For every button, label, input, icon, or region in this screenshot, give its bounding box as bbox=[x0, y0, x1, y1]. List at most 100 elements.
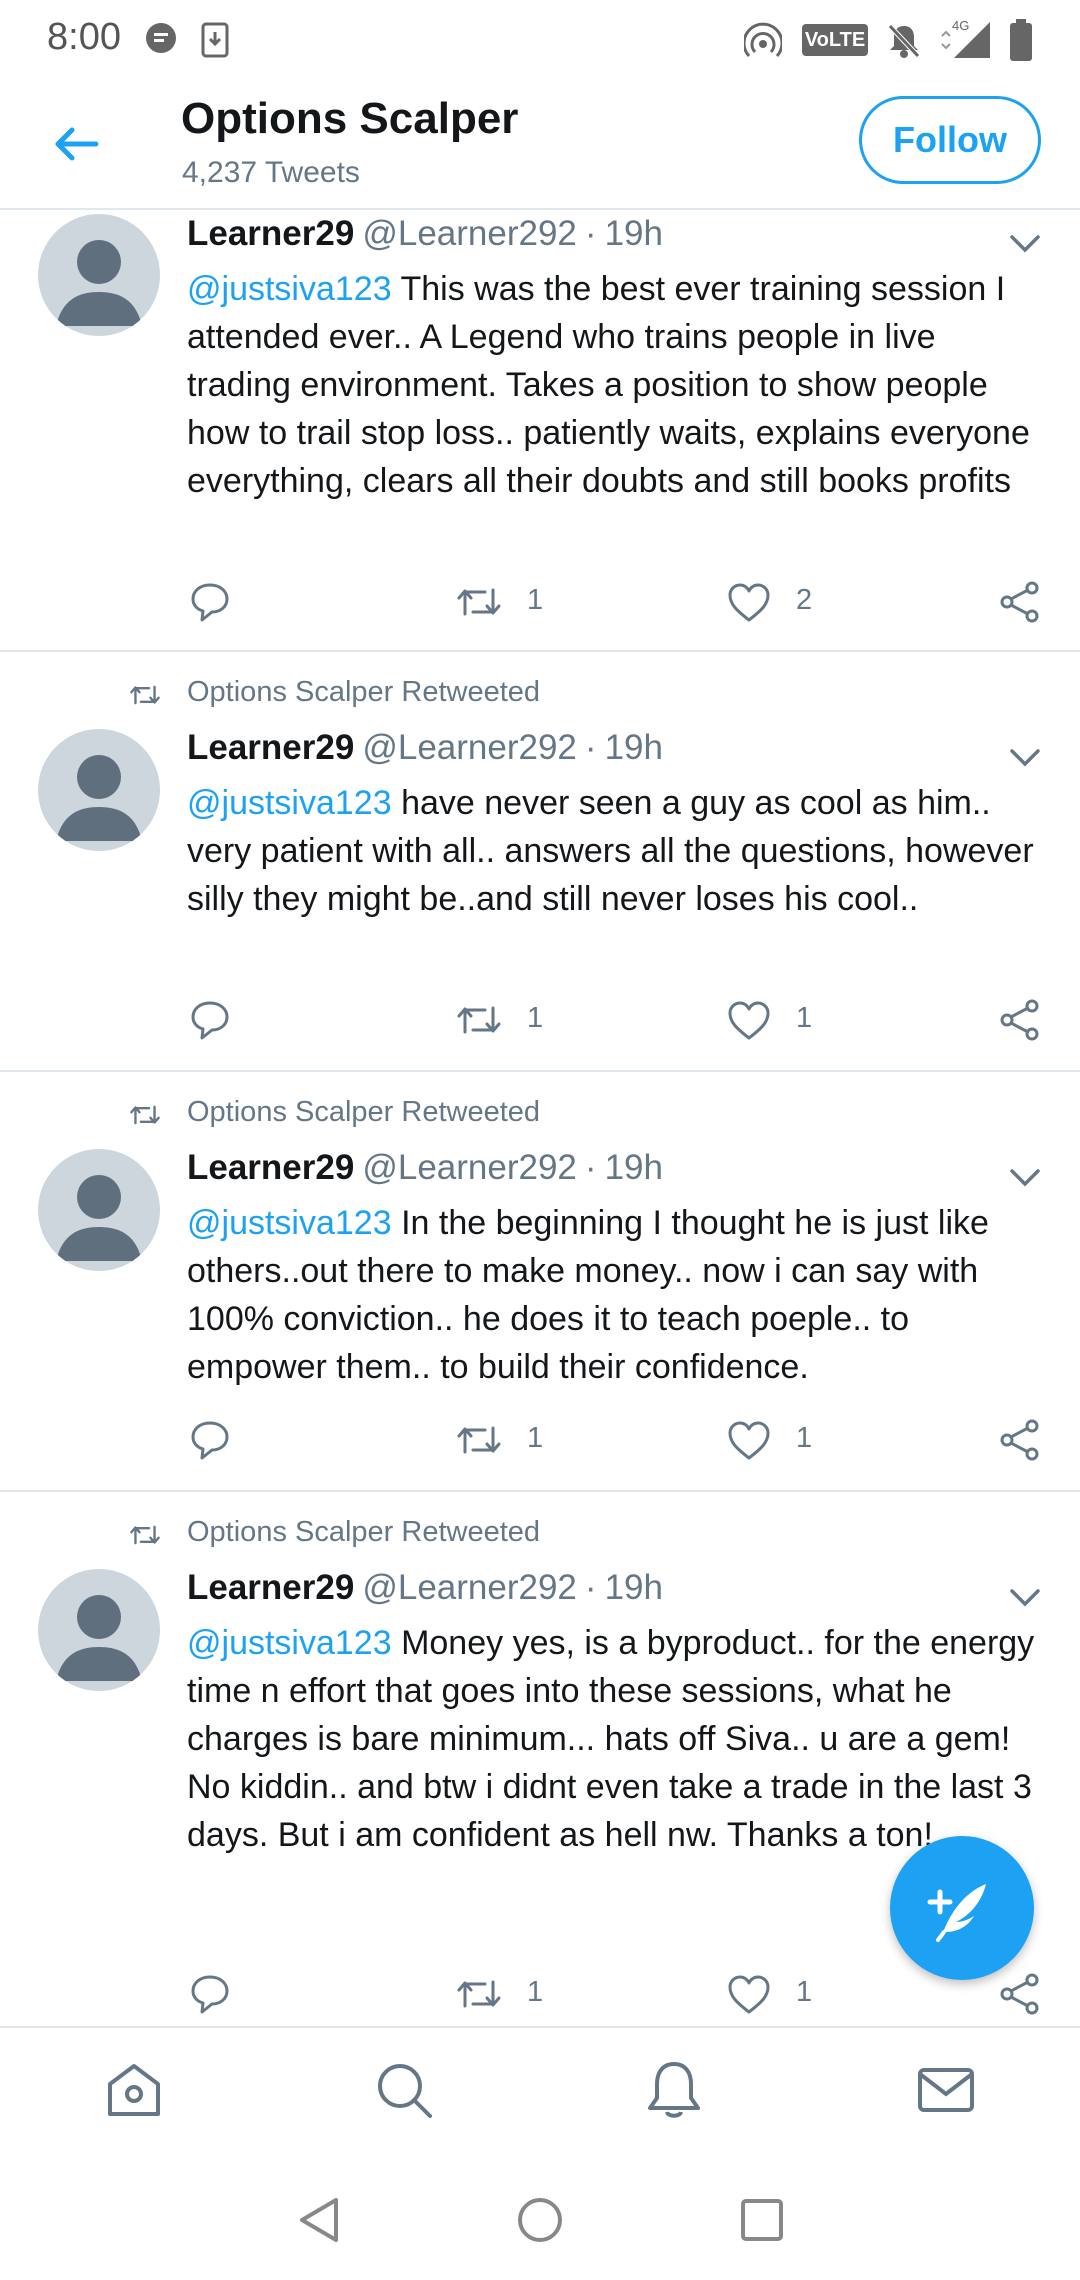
meta-separator: · bbox=[584, 728, 597, 767]
author-name[interactable]: Learner29 bbox=[187, 1568, 354, 1607]
reply-icon bbox=[191, 1421, 229, 1460]
retweet-indicator-icon bbox=[130, 685, 160, 705]
retweet-button[interactable]: 1 bbox=[455, 1412, 555, 1468]
retweet-button[interactable]: 1 bbox=[455, 1966, 555, 2022]
share-icon bbox=[1000, 581, 1039, 623]
status-time: 8:00 bbox=[47, 16, 121, 58]
like-button[interactable]: 1 bbox=[726, 1412, 826, 1468]
like-button[interactable]: 1 bbox=[726, 992, 826, 1048]
author-name[interactable]: Learner29 bbox=[187, 728, 354, 767]
reply-button[interactable] bbox=[188, 1966, 248, 2022]
tweet-actions: 1 2 bbox=[0, 574, 1080, 630]
retweet-icon bbox=[457, 588, 501, 616]
share-icon bbox=[1000, 1419, 1039, 1461]
recents-icon[interactable] bbox=[734, 2192, 790, 2248]
tweet-actions: 1 1 bbox=[0, 1412, 1080, 1468]
retweet-icon bbox=[457, 1006, 501, 1034]
reply-icon bbox=[191, 1975, 229, 2014]
avatar[interactable] bbox=[38, 1149, 160, 1271]
compose-tweet-button[interactable] bbox=[890, 1836, 1034, 1980]
profile-header: Options Scalper 4,237 Tweets Follow bbox=[0, 80, 1080, 210]
tweet-item[interactable]: Options Scalper Retweeted Learner29 @Lear… bbox=[0, 652, 1080, 1072]
tweet-time: 19h bbox=[604, 1148, 663, 1187]
retweet-count: 1 bbox=[527, 1002, 544, 1034]
mention-link[interactable]: @justsiva123 bbox=[187, 1204, 392, 1242]
tweet-text: @justsiva123 This was the best ever trai… bbox=[187, 265, 1047, 505]
meta-separator: · bbox=[584, 1148, 597, 1187]
heart-icon bbox=[728, 1421, 770, 1460]
avatar[interactable] bbox=[38, 214, 160, 336]
tweet-item[interactable]: Learner29 @Learner292 · 19h @justsiva123 Th… bbox=[0, 210, 1080, 652]
retweet-icon bbox=[457, 1980, 501, 2008]
retweeted-by-label[interactable]: Options Scalper Retweeted bbox=[187, 1516, 540, 1549]
retweet-button[interactable]: 1 bbox=[455, 574, 555, 630]
avatar[interactable] bbox=[38, 1569, 160, 1691]
chevron-down-icon[interactable] bbox=[1006, 1158, 1044, 1196]
retweeted-by-label[interactable]: Options Scalper Retweeted bbox=[187, 1096, 540, 1129]
tweet-meta: Learner29 @Learner292 · 19h bbox=[187, 1568, 663, 1608]
home-circle-icon[interactable] bbox=[512, 2192, 568, 2248]
back-icon[interactable] bbox=[292, 2192, 348, 2248]
tweet-actions: 1 1 bbox=[0, 992, 1080, 1048]
share-button[interactable] bbox=[998, 574, 1044, 630]
notifications-off-icon bbox=[888, 24, 920, 58]
chevron-down-icon[interactable] bbox=[1006, 738, 1044, 776]
reply-button[interactable] bbox=[188, 992, 248, 1048]
reply-button[interactable] bbox=[188, 1412, 248, 1468]
author-name[interactable]: Learner29 bbox=[187, 214, 354, 253]
svg-text:4G: 4G bbox=[952, 18, 969, 33]
compose-feather-icon bbox=[927, 1884, 986, 1942]
heart-icon bbox=[728, 1975, 770, 2014]
like-button[interactable]: 1 bbox=[726, 1966, 826, 2022]
avatar[interactable] bbox=[38, 729, 160, 851]
heart-icon bbox=[728, 583, 770, 622]
download-icon bbox=[201, 22, 229, 58]
reply-icon bbox=[191, 583, 229, 622]
retweet-icon bbox=[457, 1426, 501, 1454]
follow-button[interactable]: Follow bbox=[859, 96, 1041, 184]
share-button[interactable] bbox=[998, 1412, 1044, 1468]
tweet-text: @justsiva123 have never seen a guy as co… bbox=[187, 779, 1047, 923]
back-arrow-icon[interactable] bbox=[44, 112, 108, 176]
chevron-down-icon[interactable] bbox=[1006, 1578, 1044, 1616]
hotspot-icon bbox=[744, 22, 782, 58]
tweet-count: 4,237 Tweets bbox=[182, 156, 360, 189]
message-notification-icon bbox=[146, 23, 176, 53]
mention-link[interactable]: @justsiva123 bbox=[187, 270, 392, 308]
tweet-meta: Learner29 @Learner292 · 19h bbox=[187, 214, 663, 254]
share-button[interactable] bbox=[998, 992, 1044, 1048]
tweet-time: 19h bbox=[604, 1568, 663, 1607]
mention-link[interactable]: @justsiva123 bbox=[187, 1624, 392, 1662]
volte-icon: VoLTE bbox=[802, 24, 868, 56]
retweet-count: 1 bbox=[527, 1976, 544, 2008]
like-count: 1 bbox=[796, 1422, 813, 1454]
like-count: 2 bbox=[796, 584, 813, 616]
retweet-button[interactable]: 1 bbox=[455, 992, 555, 1048]
tweet-feed[interactable]: Learner29 @Learner292 · 19h @justsiva123 Th… bbox=[0, 210, 1080, 2025]
mention-link[interactable]: @justsiva123 bbox=[187, 784, 392, 822]
author-name[interactable]: Learner29 bbox=[187, 1148, 354, 1187]
reply-button[interactable] bbox=[188, 574, 248, 630]
retweeted-by-label[interactable]: Options Scalper Retweeted bbox=[187, 676, 540, 709]
search-icon[interactable] bbox=[372, 2058, 436, 2122]
chevron-down-icon[interactable] bbox=[1006, 224, 1044, 262]
tweet-item[interactable]: Options Scalper Retweeted Learner29 @Lear… bbox=[0, 1072, 1080, 1492]
signal-4g-icon: 4G bbox=[941, 18, 990, 58]
author-handle: @Learner292 bbox=[362, 728, 577, 767]
messages-icon[interactable] bbox=[914, 2058, 978, 2122]
status-bar: 8:00 VoLTE 4G bbox=[0, 0, 1080, 80]
meta-separator: · bbox=[584, 1568, 597, 1607]
author-handle: @Learner292 bbox=[362, 1148, 577, 1187]
notifications-icon[interactable] bbox=[642, 2058, 706, 2122]
like-count: 1 bbox=[796, 1002, 813, 1034]
system-navigation-bar bbox=[0, 2156, 1080, 2280]
like-count: 1 bbox=[796, 1976, 813, 2008]
retweet-indicator-icon bbox=[130, 1105, 160, 1125]
tweet-time: 19h bbox=[604, 728, 663, 767]
tweet-meta: Learner29 @Learner292 · 19h bbox=[187, 728, 663, 768]
author-handle: @Learner292 bbox=[362, 1568, 577, 1607]
like-button[interactable]: 2 bbox=[726, 574, 826, 630]
home-icon[interactable] bbox=[102, 2058, 166, 2122]
retweet-indicator-icon bbox=[130, 1525, 160, 1545]
profile-title: Options Scalper bbox=[181, 94, 519, 143]
